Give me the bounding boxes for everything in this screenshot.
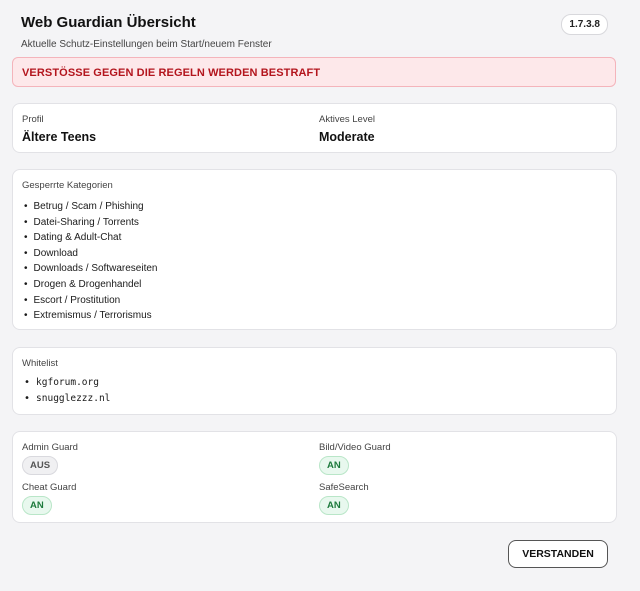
page-subtitle: Aktuelle Schutz-Einstellungen beim Start… xyxy=(21,39,272,50)
blocked-categories-title: Gesperrte Kategorien xyxy=(22,180,113,191)
admin-guard-label: Admin Guard xyxy=(22,442,78,453)
category-item: Escort / Prostitution xyxy=(24,293,157,309)
whitelist-item: kgforum.org xyxy=(24,375,110,391)
category-item: Downloads / Softwareseiten xyxy=(24,261,158,277)
bild-video-guard: Bild/Video Guard AN xyxy=(319,442,391,475)
whitelist-title: Whitelist xyxy=(22,358,58,369)
admin-guard-status-badge: AUS xyxy=(22,456,59,475)
version-badge: 1.7.3.8 xyxy=(561,14,608,35)
safesearch-status-badge: AN xyxy=(319,496,349,515)
guards-card: Admin Guard AUS Bild/Video Guard AN Chea… xyxy=(12,431,617,523)
warning-banner: VERSTÖSSE GEGEN DIE REGELN WERDEN BESTRA… xyxy=(12,57,616,87)
blocked-categories-list: Betrug / Scam / Phishing Datei-Sharing /… xyxy=(24,199,158,324)
category-item: Betrug / Scam / Phishing xyxy=(24,199,157,215)
cheat-guard: Cheat Guard AN xyxy=(22,482,76,515)
category-item: Download xyxy=(24,246,157,262)
profile-value: Ältere Teens xyxy=(22,130,97,144)
admin-guard: Admin Guard AUS xyxy=(22,442,78,475)
confirm-button[interactable]: VERSTANDEN xyxy=(508,540,608,568)
profile-card: Profil Ältere Teens Aktives Level Modera… xyxy=(12,103,617,153)
level-label: Aktives Level xyxy=(319,114,375,125)
category-item: Drogen & Drogenhandel xyxy=(24,277,157,293)
category-item: Extremismus / Terrorismus xyxy=(24,308,157,324)
blocked-categories-card: Gesperrte Kategorien Betrug / Scam / Phi… xyxy=(12,169,617,330)
header: Web Guardian Übersicht Aktuelle Schutz-E… xyxy=(21,14,620,54)
bild-video-guard-label: Bild/Video Guard xyxy=(319,442,391,453)
cheat-guard-status-badge: AN xyxy=(22,496,52,515)
profile-label: Profil xyxy=(22,114,44,125)
safesearch-label: SafeSearch xyxy=(319,482,369,493)
level-value: Moderate xyxy=(319,130,375,144)
page-title: Web Guardian Übersicht xyxy=(21,14,196,31)
safesearch: SafeSearch AN xyxy=(319,482,369,515)
whitelist-card: Whitelist kgforum.org snugglezzz.nl xyxy=(12,347,617,415)
category-item: Dating & Adult-Chat xyxy=(24,230,157,246)
whitelist-item: snugglezzz.nl xyxy=(24,391,110,407)
whitelist-list: kgforum.org snugglezzz.nl xyxy=(24,375,110,406)
category-item: Datei-Sharing / Torrents xyxy=(24,215,157,231)
cheat-guard-label: Cheat Guard xyxy=(22,482,77,493)
bild-video-guard-status-badge: AN xyxy=(319,456,349,475)
